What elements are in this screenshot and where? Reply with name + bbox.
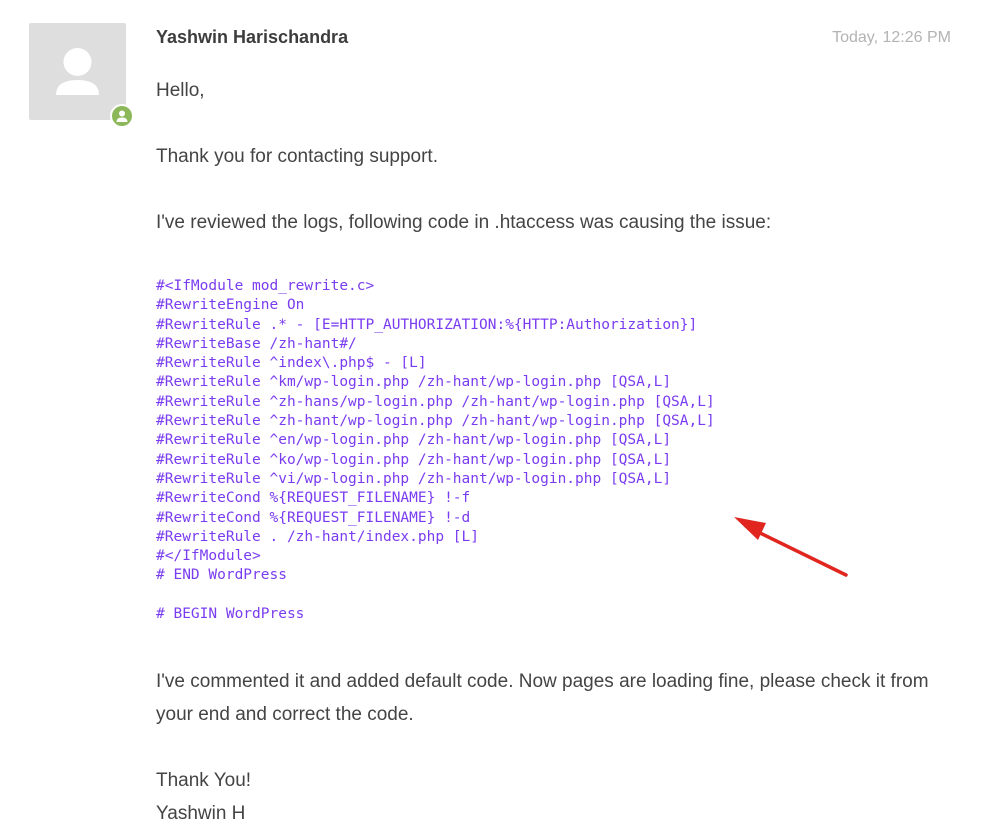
code-line: #RewriteCond %{REQUEST_FILENAME} !-d: [156, 509, 471, 526]
code-line: #RewriteRule ^index\.php$ - [L]: [156, 355, 427, 372]
code-line: #<IfModule mod_rewrite.c>: [156, 278, 375, 294]
user-status-icon: [116, 110, 128, 122]
author-name[interactable]: Yashwin Harischandra: [156, 27, 348, 48]
avatar[interactable]: [29, 23, 126, 120]
message-timestamp: Today, 12:26 PM: [832, 29, 951, 46]
signoff-text: Thank You! Yashwin H: [156, 764, 956, 830]
code-line: #RewriteRule ^zh-hans/wp-login.php /zh-h…: [156, 393, 715, 410]
code-line: #RewriteEngine On: [156, 297, 305, 314]
greeting-text: Hello,: [156, 80, 205, 101]
code-line: # BEGIN WordPress: [156, 606, 305, 623]
signoff-thanks: Thank You!: [156, 770, 252, 791]
code-line: #RewriteRule . /zh-hant/index.php [L]: [156, 528, 480, 545]
code-line: #RewriteRule .* - [E=HTTP_AUTHORIZATION:…: [156, 316, 698, 333]
user-status-badge: [110, 104, 134, 128]
code-line: #RewriteRule ^vi/wp-login.php /zh-hant/w…: [156, 470, 672, 487]
code-line: # END WordPress: [156, 567, 287, 584]
signoff-name: Yashwin H: [156, 803, 246, 824]
code-line: #RewriteCond %{REQUEST_FILENAME} !-f: [156, 490, 471, 507]
review-text: I've reviewed the logs, following code i…: [156, 212, 772, 233]
thanks-text: Thank you for contacting support.: [156, 146, 438, 167]
code-line: #RewriteRule ^km/wp-login.php /zh-hant/w…: [156, 374, 672, 391]
code-line: #RewriteRule ^en/wp-login.php /zh-hant/w…: [156, 432, 672, 449]
code-line: #RewriteRule ^zh-hant/wp-login.php /zh-h…: [156, 413, 715, 430]
resolution-text: I've commented it and added default code…: [156, 671, 929, 725]
code-line: #</IfModule>: [156, 548, 261, 565]
red-arrow-icon: [734, 517, 848, 577]
default-user-avatar-icon: [56, 48, 99, 95]
code-line: #RewriteBase /zh-hant#/: [156, 335, 357, 352]
code-line: #RewriteRule ^ko/wp-login.php /zh-hant/w…: [156, 451, 672, 468]
htaccess-code-block: #<IfModule mod_rewrite.c> #RewriteEngine …: [156, 277, 715, 624]
